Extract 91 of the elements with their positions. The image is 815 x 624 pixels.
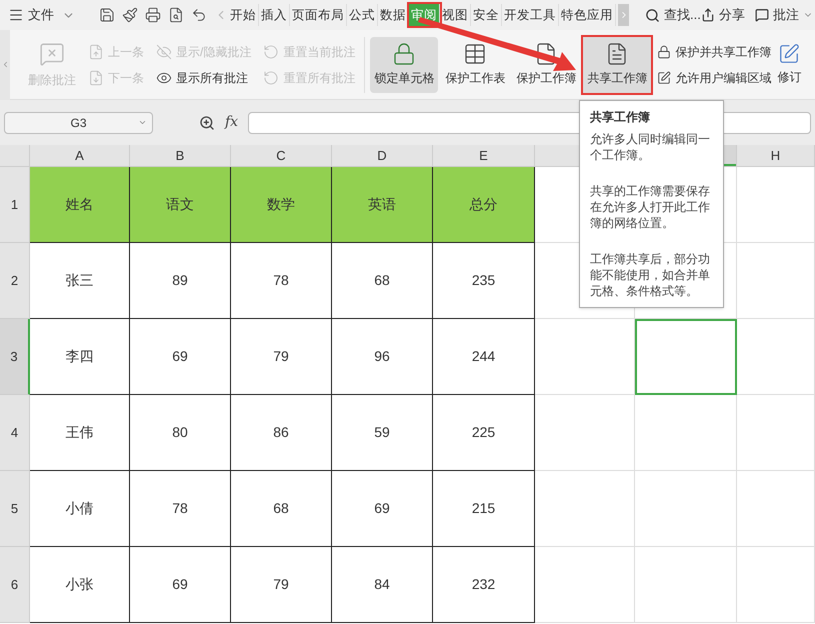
ribbon-button[interactable]: 保护工作簿 (512, 36, 580, 92)
table-cell: 69 (332, 471, 433, 547)
comment-icon (754, 8, 769, 22)
allow-edit-button[interactable]: 允许用户编辑区域 (657, 68, 772, 86)
table-cell: 69 (130, 547, 231, 623)
row-header[interactable]: 2 (0, 243, 30, 319)
ribbon-tab[interactable]: 开始 (228, 4, 259, 26)
column-header[interactable]: D (332, 145, 433, 166)
ribbon-tab[interactable]: 开发工具 (502, 4, 559, 26)
tooltip-text: 共享的工作簿需要保存在允许多人打开此工作簿的网络位置。 (590, 183, 711, 231)
print-preview-icon[interactable] (168, 7, 184, 23)
table-cell: 89 (130, 243, 231, 319)
column-header[interactable]: H (737, 145, 815, 166)
track-changes-label: 修订 (777, 69, 802, 86)
file-up-icon (88, 44, 104, 60)
track-changes-button[interactable]: 修订 (777, 43, 802, 86)
table-cell: 215 (433, 471, 535, 547)
column-header[interactable]: E (433, 145, 535, 166)
lock-icon (392, 42, 416, 66)
selected-cell[interactable] (635, 319, 737, 395)
table-cell: 235 (433, 243, 535, 319)
save-icon[interactable] (99, 7, 115, 23)
ribbon-tab[interactable]: 插入 (259, 4, 290, 26)
row-header[interactable]: 4 (0, 395, 30, 471)
table-cell: 王伟 (30, 395, 130, 471)
table-cell: 李四 (30, 319, 130, 395)
table-cell: 数学 (231, 167, 332, 243)
comment-delete-icon (39, 40, 65, 66)
file-down-icon (88, 70, 104, 86)
row-header[interactable]: 1 (0, 167, 30, 243)
lock-icon (657, 44, 672, 58)
table-cell: 225 (433, 395, 535, 471)
table-cell: 78 (231, 243, 332, 319)
table-cell: 总分 (433, 167, 535, 243)
reset-icon (263, 70, 280, 86)
table-cell: 59 (332, 395, 433, 471)
eye-off-icon (156, 44, 172, 60)
table-cell: 79 (231, 319, 332, 395)
row-header[interactable]: 6 (0, 547, 30, 623)
ribbon-tab[interactable]: 特色应用 (559, 4, 616, 26)
column-header[interactable]: B (130, 145, 231, 166)
table-cell: 84 (332, 547, 433, 623)
table-cell: 小倩 (30, 471, 130, 547)
table-icon (463, 42, 488, 66)
table-cell: 96 (332, 319, 433, 395)
fx-label: fx (225, 113, 238, 132)
printer-icon[interactable] (145, 7, 161, 23)
comment-tool-button[interactable]: 显示所有批注 (152, 68, 256, 86)
ribbon-button[interactable]: 保护工作表 (441, 36, 510, 92)
search-icon (645, 8, 660, 22)
name-box[interactable]: G3 (4, 112, 153, 134)
table-cell: 78 (130, 471, 231, 547)
table-cell: 80 (130, 395, 231, 471)
menu-icon (8, 7, 24, 23)
protect-share-button[interactable]: 保护并共享工作簿 (657, 42, 772, 60)
column-header[interactable]: A (30, 145, 130, 166)
ribbon-button[interactable]: 共享工作簿 (583, 36, 652, 92)
ribbon-tab[interactable]: 公式 (347, 4, 378, 26)
table-cell: 张三 (30, 243, 130, 319)
zoom-icon[interactable] (199, 114, 215, 130)
column-header[interactable]: C (231, 145, 332, 166)
search-button[interactable]: 查找... (645, 5, 701, 25)
brush-icon[interactable] (122, 7, 138, 23)
undo-icon[interactable] (191, 7, 207, 23)
table-cell: 语文 (130, 167, 231, 243)
tooltip-text: 允许多人同时编辑同一个工作簿。 (590, 131, 711, 163)
table-cell: 姓名 (30, 167, 130, 243)
table-cell: 英语 (332, 167, 433, 243)
row-header[interactable]: 5 (0, 471, 30, 547)
table-cell: 68 (231, 471, 332, 547)
tooltip-text: 工作簿共享后，部分功能不能使用，如合并单元格、条件格式等。 (590, 251, 711, 299)
share-button[interactable]: 分享 (700, 5, 745, 25)
share-icon (700, 8, 715, 22)
ribbon-tab[interactable]: 安全 (471, 4, 502, 26)
pen-icon (778, 43, 800, 65)
ribbon-tab[interactable]: 页面布局 (290, 4, 347, 26)
ribbon-button[interactable]: 锁定单元格 (370, 36, 438, 92)
reset-icon (263, 44, 280, 60)
table-cell: 68 (332, 243, 433, 319)
table-cell: 小张 (30, 547, 130, 623)
table-cell: 232 (433, 547, 535, 623)
tooltip-title: 共享工作簿 (590, 109, 651, 125)
table-cell: 86 (231, 395, 332, 471)
table-cell: 244 (433, 319, 535, 395)
file-menu[interactable]: 文件 (0, 5, 83, 25)
chevron-down-icon (138, 118, 147, 127)
edit-range-icon (657, 70, 672, 84)
comments-button[interactable]: 批注 (754, 5, 813, 25)
table-cell: 79 (231, 547, 332, 623)
table-cell: 69 (130, 319, 231, 395)
row-header[interactable]: 3 (0, 319, 30, 395)
